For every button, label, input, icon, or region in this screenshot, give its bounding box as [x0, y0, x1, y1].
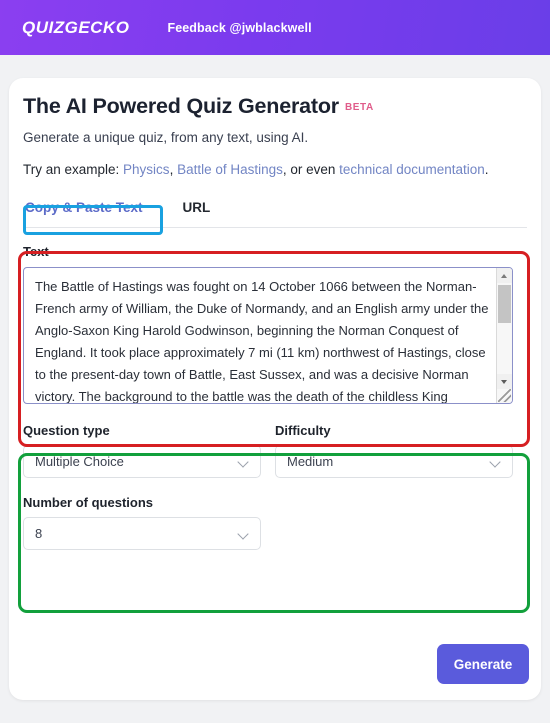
page-title-row: The AI Powered Quiz Generator BETA	[23, 94, 527, 119]
input-mode-tabs: Copy & Paste Text URL	[23, 198, 527, 228]
number-of-questions-select[interactable]: 8	[23, 517, 261, 550]
examples-suffix: .	[484, 162, 489, 177]
tab-copy-paste-text[interactable]: Copy & Paste Text	[23, 198, 145, 224]
page-subtitle: Generate a unique quiz, from any text, u…	[23, 130, 309, 145]
difficulty-label: Difficulty	[275, 423, 331, 438]
card-content: The AI Powered Quiz Generator BETA Genera…	[23, 94, 527, 550]
number-of-questions-group: Number of questions 8	[23, 495, 527, 550]
app-header: QUIZGECKO Feedback @jwblackwell	[0, 0, 550, 55]
difficulty-value: Medium	[287, 454, 334, 469]
generate-button[interactable]: Generate	[437, 644, 529, 684]
chevron-down-icon	[237, 528, 249, 540]
page-title: The AI Powered Quiz Generator	[23, 94, 339, 118]
scrollbar-thumb[interactable]	[498, 285, 511, 323]
example-link-battle-of-hastings[interactable]: Battle of Hastings	[177, 162, 283, 177]
scroll-down-arrow-icon[interactable]	[497, 374, 512, 389]
chevron-down-icon	[489, 456, 501, 468]
text-input-section: Text The Battle of Hastings was fought o…	[23, 244, 527, 404]
scroll-up-arrow-icon[interactable]	[497, 268, 512, 283]
example-links-row: Try an example: Physics, Battle of Hasti…	[23, 162, 527, 177]
text-field-label: Text	[23, 244, 49, 259]
example-link-technical-documentation[interactable]: technical documentation	[339, 162, 485, 177]
examples-sep-2: , or even	[282, 162, 340, 177]
difficulty-select[interactable]: Medium	[275, 445, 513, 478]
feedback-link[interactable]: Feedback @jwblackwell	[167, 21, 311, 35]
tab-url[interactable]: URL	[181, 198, 213, 224]
quiz-options-section: Question type Multiple Choice Difficulty…	[23, 423, 527, 550]
text-input-textarea[interactable]: The Battle of Hastings was fought on 14 …	[23, 267, 513, 404]
example-link-physics[interactable]: Physics	[123, 162, 170, 177]
brand-logo[interactable]: QUIZGECKO	[22, 18, 129, 38]
number-of-questions-value: 8	[35, 526, 43, 541]
difficulty-group: Difficulty Medium	[275, 423, 513, 478]
question-type-select[interactable]: Multiple Choice	[23, 445, 261, 478]
beta-badge: BETA	[344, 102, 374, 113]
textarea-scrollbar[interactable]	[496, 268, 512, 403]
examples-sep-1: ,	[169, 162, 178, 177]
question-type-group: Question type Multiple Choice	[23, 423, 261, 478]
number-of-questions-label: Number of questions	[23, 495, 154, 510]
examples-prefix: Try an example:	[23, 162, 124, 177]
textarea-resize-handle[interactable]	[498, 389, 511, 402]
quiz-generator-card: The AI Powered Quiz Generator BETA Genera…	[9, 78, 541, 700]
text-input-value: The Battle of Hastings was fought on 14 …	[35, 279, 489, 404]
question-type-value: Multiple Choice	[35, 454, 124, 469]
options-row-1: Question type Multiple Choice Difficulty…	[23, 423, 527, 478]
chevron-down-icon	[237, 456, 249, 468]
question-type-label: Question type	[23, 423, 110, 438]
